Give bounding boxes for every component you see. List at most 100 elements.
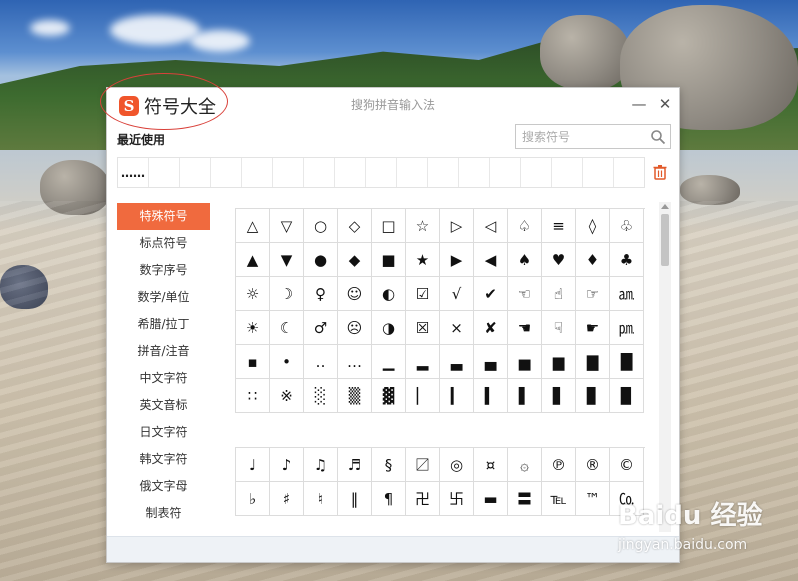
sidebar-category-item[interactable]: 韩文字符 — [117, 446, 210, 473]
symbol-cell[interactable]: ♭ — [236, 482, 270, 516]
symbol-cell[interactable]: ☀ — [236, 311, 270, 345]
symbol-cell[interactable]: ▍ — [474, 379, 508, 413]
symbol-cell[interactable]: ☼ — [236, 277, 270, 311]
symbol-cell[interactable]: ♩ — [236, 448, 270, 482]
symbol-cell[interactable]: ‥ — [304, 345, 338, 379]
symbol-cell[interactable]: ☆ — [406, 209, 440, 243]
symbol-cell[interactable]: ▅ — [508, 345, 542, 379]
symbol-cell[interactable]: ░ — [304, 379, 338, 413]
recent-symbol-cell[interactable] — [552, 158, 583, 187]
symbol-cell[interactable]: 卍 — [406, 482, 440, 516]
recent-symbol-cell[interactable] — [180, 158, 211, 187]
symbol-cell[interactable]: ▪ — [236, 345, 270, 379]
symbol-cell[interactable]: ▲ — [236, 243, 270, 277]
recent-symbol-cell[interactable] — [149, 158, 180, 187]
symbol-cell[interactable]: ℡ — [542, 482, 576, 516]
symbol-cell[interactable]: ♬ — [338, 448, 372, 482]
symbol-cell[interactable]: █ — [610, 345, 644, 379]
sidebar-category-item[interactable]: 英文音标 — [117, 392, 210, 419]
symbol-cell[interactable]: ☽ — [270, 277, 304, 311]
trash-icon[interactable] — [652, 164, 668, 180]
symbol-cell[interactable]: ◊ — [576, 209, 610, 243]
search-input[interactable] — [522, 128, 646, 145]
symbol-cell[interactable]: 〼 — [406, 448, 440, 482]
sidebar-category-item[interactable]: 数学/单位 — [117, 284, 210, 311]
symbol-cell[interactable]: ▉ — [610, 379, 644, 413]
symbol-cell[interactable]: ♤ — [508, 209, 542, 243]
recent-symbol-cell[interactable] — [614, 158, 644, 187]
symbol-cell[interactable]: ♂ — [304, 311, 338, 345]
symbol-cell[interactable]: ★ — [406, 243, 440, 277]
symbol-cell[interactable]: ∷ — [236, 379, 270, 413]
symbol-cell[interactable]: ‖ — [338, 482, 372, 516]
symbol-cell[interactable]: ▏ — [406, 379, 440, 413]
symbol-cell[interactable]: ◁ — [474, 209, 508, 243]
symbol-cell[interactable]: … — [338, 345, 372, 379]
symbol-cell[interactable]: ◇ — [338, 209, 372, 243]
recent-symbol-cell[interactable] — [335, 158, 366, 187]
symbol-cell[interactable]: 〓 — [508, 482, 542, 516]
symbol-cell[interactable]: ◑ — [372, 311, 406, 345]
symbol-cell[interactable]: ♦ — [576, 243, 610, 277]
symbol-cell[interactable]: ☹ — [338, 311, 372, 345]
symbol-cell[interactable]: ✔ — [474, 277, 508, 311]
symbol-cell[interactable]: ♣ — [610, 243, 644, 277]
symbol-cell[interactable]: ☟ — [542, 311, 576, 345]
sidebar-category-item[interactable]: 特殊符号 — [117, 203, 210, 230]
search-box[interactable] — [515, 124, 671, 149]
symbol-cell[interactable]: ☝ — [542, 277, 576, 311]
symbol-cell[interactable]: ※ — [270, 379, 304, 413]
symbol-cell[interactable]: ▼ — [270, 243, 304, 277]
symbol-cell[interactable]: § — [372, 448, 406, 482]
symbol-cell[interactable]: ¤ — [474, 448, 508, 482]
recent-symbol-cell[interactable] — [366, 158, 397, 187]
symbol-cell[interactable]: ▃ — [440, 345, 474, 379]
search-icon[interactable] — [650, 129, 666, 145]
recent-symbol-cell[interactable] — [242, 158, 273, 187]
symbol-cell[interactable]: ♠ — [508, 243, 542, 277]
symbol-cell[interactable]: ▁ — [372, 345, 406, 379]
symbol-cell[interactable]: ▄ — [474, 345, 508, 379]
symbol-cell[interactable]: ♀ — [304, 277, 338, 311]
symbol-cell[interactable]: ▷ — [440, 209, 474, 243]
symbol-cell[interactable]: ☜ — [508, 277, 542, 311]
symbol-cell[interactable]: ® — [576, 448, 610, 482]
symbol-cell[interactable]: ♪ — [270, 448, 304, 482]
symbol-cell[interactable]: ▶ — [440, 243, 474, 277]
sidebar-category-item[interactable]: 俄文字母 — [117, 473, 210, 500]
symbol-cell[interactable]: ㏘ — [610, 311, 644, 345]
scroll-up-arrow-icon[interactable] — [661, 204, 669, 209]
symbol-cell[interactable]: ▊ — [576, 379, 610, 413]
symbol-cell[interactable]: ℗ — [542, 448, 576, 482]
recent-symbol-cell[interactable] — [273, 158, 304, 187]
recent-symbol-cell[interactable] — [304, 158, 335, 187]
symbol-cell[interactable]: ☑ — [406, 277, 440, 311]
symbol-cell[interactable]: ♥ — [542, 243, 576, 277]
symbol-cell[interactable]: ▓ — [372, 379, 406, 413]
symbol-cell[interactable]: □ — [372, 209, 406, 243]
symbol-cell[interactable]: √ — [440, 277, 474, 311]
symbol-cell[interactable]: ■ — [372, 243, 406, 277]
symbol-cell[interactable]: ♧ — [610, 209, 644, 243]
symbol-cell[interactable]: ¶ — [372, 482, 406, 516]
symbol-cell[interactable]: ۞ — [508, 448, 542, 482]
symbol-cell[interactable]: ♮ — [304, 482, 338, 516]
symbol-cell[interactable]: • — [270, 345, 304, 379]
close-button[interactable]: ✕ — [655, 94, 675, 114]
symbol-cell[interactable]: ▆ — [542, 345, 576, 379]
recent-symbol-cell[interactable] — [583, 158, 614, 187]
symbol-cell[interactable]: ○ — [304, 209, 338, 243]
sidebar-category-item[interactable]: 数字序号 — [117, 257, 210, 284]
sidebar-category-item[interactable]: 中文字符 — [117, 365, 210, 392]
symbol-cell[interactable]: ▬ — [474, 482, 508, 516]
symbol-cell[interactable]: ☾ — [270, 311, 304, 345]
sidebar-category-item[interactable]: 日文字符 — [117, 419, 210, 446]
symbol-cell[interactable]: ☚ — [508, 311, 542, 345]
sidebar-category-item[interactable]: 拼音/注音 — [117, 338, 210, 365]
symbol-cell[interactable]: ☛ — [576, 311, 610, 345]
recent-symbol-cell[interactable] — [521, 158, 552, 187]
symbol-cell[interactable]: 卐 — [440, 482, 474, 516]
sidebar-category-item[interactable]: 标点符号 — [117, 230, 210, 257]
symbol-cell[interactable]: ◎ — [440, 448, 474, 482]
symbol-cell[interactable]: ♯ — [270, 482, 304, 516]
